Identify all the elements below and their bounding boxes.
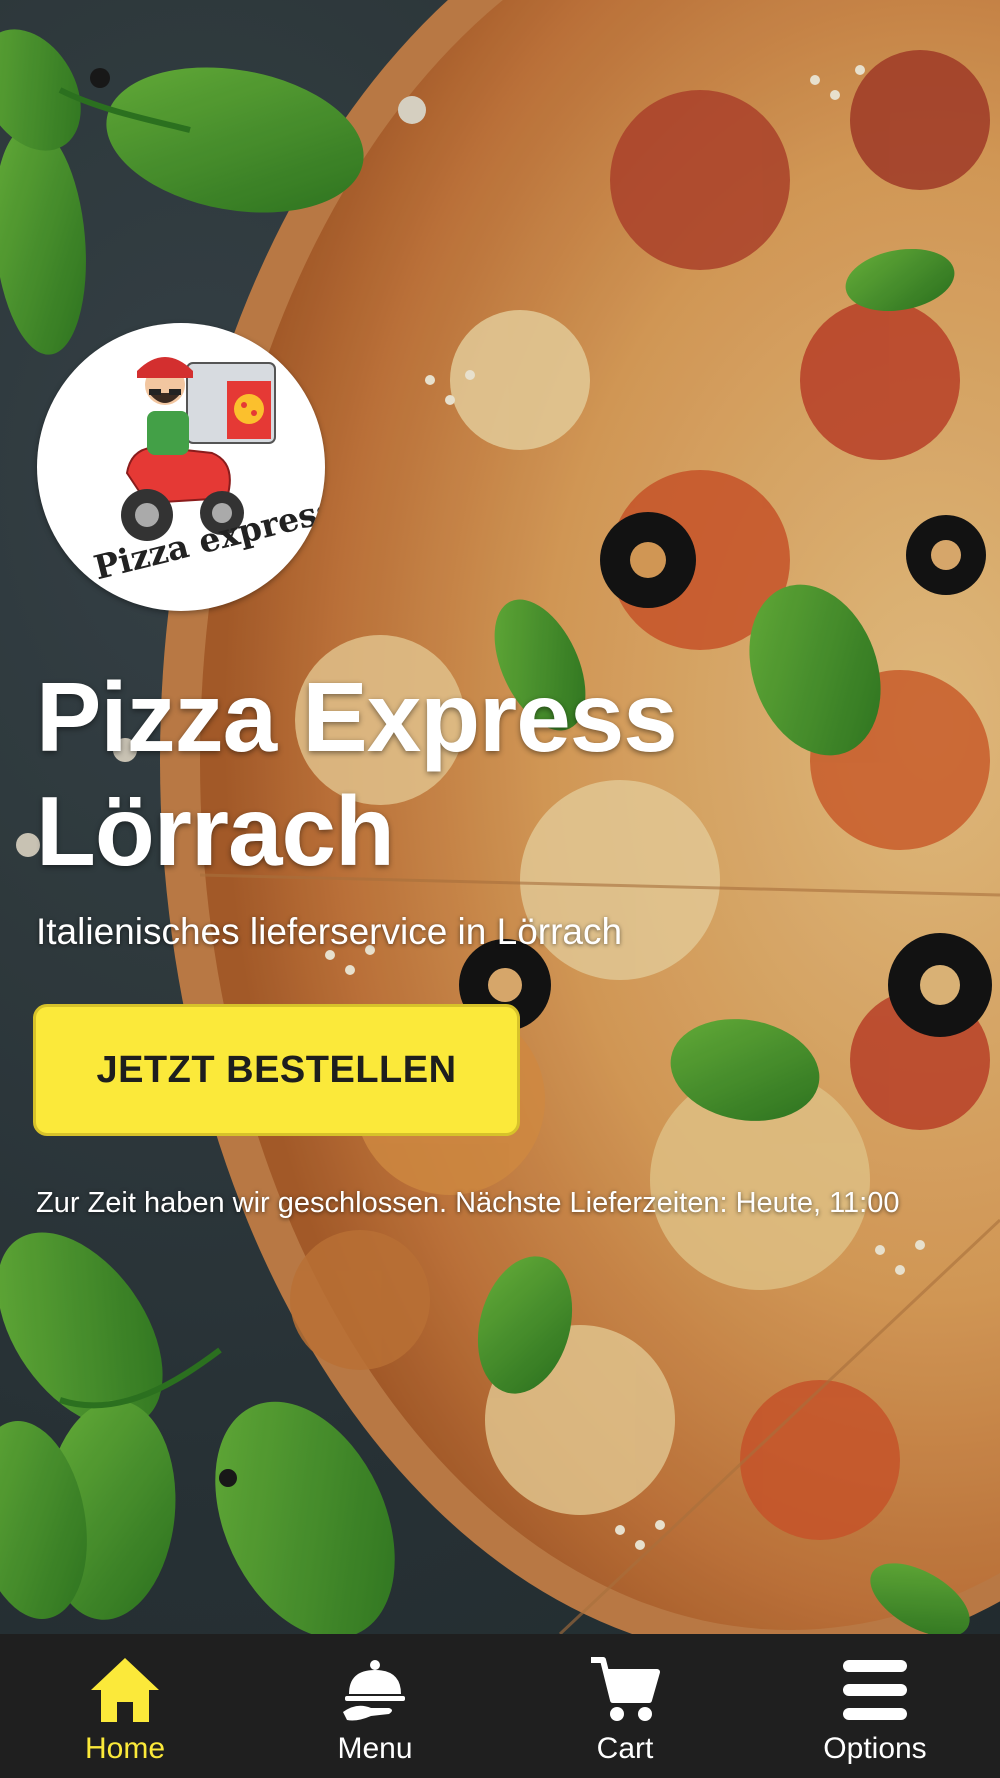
page-subtitle: Italienisches lieferservice in Lörrach — [36, 911, 623, 952]
hero-section: Pizza express Pizza Express Lörrach Ital… — [0, 0, 1000, 1634]
nav-label-home: Home — [84, 1732, 166, 1765]
nav-item-home[interactable]: Home — [0, 1634, 250, 1778]
menu-bars-icon — [843, 1660, 907, 1720]
order-now-label: JETZT BESTELLEN — [96, 1048, 457, 1091]
opening-status-text: Zur Zeit haben wir geschlossen. Nächste … — [36, 1187, 900, 1219]
order-now-button[interactable]: JETZT BESTELLEN — [33, 1004, 520, 1136]
brand-logo: Pizza express — [37, 323, 325, 611]
home-icon — [91, 1658, 159, 1722]
nav-label-menu: Menu — [337, 1732, 413, 1765]
page-title: Pizza Express Lörrach — [36, 662, 678, 886]
cloche-icon — [343, 1660, 405, 1721]
nav-label-cart: Cart — [596, 1732, 654, 1765]
nav-label-options: Options — [823, 1732, 927, 1765]
nav-item-options[interactable]: Options — [750, 1634, 1000, 1778]
nav-item-menu[interactable]: Menu — [250, 1634, 500, 1778]
nav-item-cart[interactable]: Cart — [500, 1634, 750, 1778]
bottom-navigation: Home Menu Cart Options — [0, 1634, 1000, 1778]
cart-icon — [591, 1657, 660, 1721]
